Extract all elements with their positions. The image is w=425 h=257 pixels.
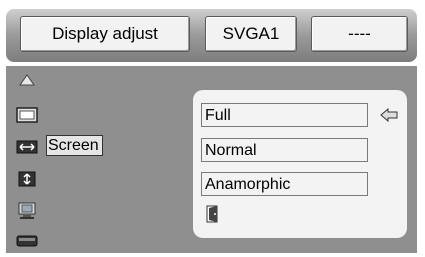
title-bar: Display adjust SVGA1 ---- [6,9,417,62]
up-arrow-icon[interactable] [14,71,40,89]
bottom-bar-icon[interactable] [14,232,40,250]
screen-menu-label[interactable]: Screen [46,135,103,156]
options-panel: Full Normal Anamorphic [193,90,407,238]
horizontal-resize-icon[interactable] [14,138,40,156]
option-full[interactable]: Full [201,103,368,127]
mode-display: SVGA1 [205,16,297,52]
option-normal[interactable]: Normal [201,138,368,162]
value-display: ---- [311,16,408,52]
left-arrow-icon [380,107,398,127]
screen-icon[interactable] [14,106,40,124]
monitor-icon[interactable] [14,202,40,220]
vertical-resize-icon[interactable] [14,170,40,188]
option-anamorphic[interactable]: Anamorphic [201,172,368,196]
sidebar [6,66,46,253]
menu-title: Display adjust [20,16,190,52]
menu-area: Screen Full Normal Anamorphic [6,66,417,253]
exit-door-icon[interactable] [205,204,221,229]
